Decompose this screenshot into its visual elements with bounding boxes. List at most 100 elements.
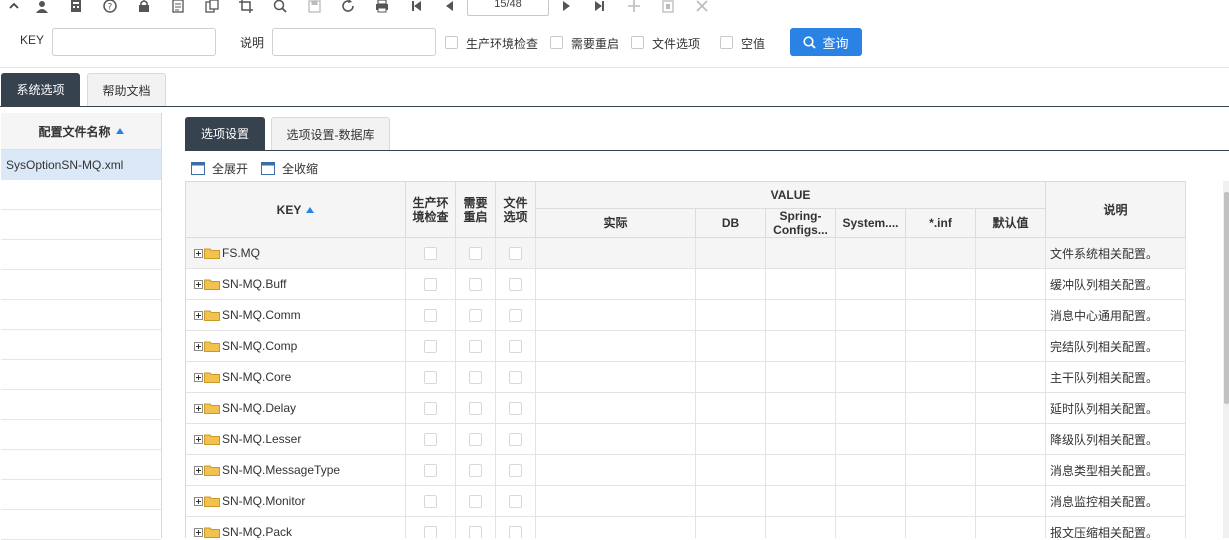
- first-page-icon[interactable]: [407, 0, 425, 15]
- file-option-checkbox[interactable]: [509, 370, 522, 384]
- table-row[interactable]: SN-MQ.Pack 报文压缩相关配置。: [186, 517, 1186, 538]
- expand-toggle-icon[interactable]: [194, 465, 203, 475]
- close-icon[interactable]: [693, 0, 711, 15]
- table-row[interactable]: SN-MQ.Lesser 降级队列相关配置。: [186, 424, 1186, 455]
- need-restart-checkbox[interactable]: [469, 370, 482, 384]
- delete-icon[interactable]: [659, 0, 677, 15]
- tab-help-docs[interactable]: 帮助文档: [87, 73, 166, 106]
- prod-check-checkbox[interactable]: [424, 525, 437, 538]
- expand-toggle-icon[interactable]: [194, 496, 203, 506]
- file-option-checkbox[interactable]: [509, 308, 522, 322]
- empty-value-checkbox[interactable]: [720, 36, 733, 49]
- table-row[interactable]: SN-MQ.Comm 消息中心通用配置。: [186, 300, 1186, 331]
- file-option-checkbox[interactable]: [631, 36, 644, 49]
- file-option-checkbox[interactable]: [509, 525, 522, 538]
- prod-check-checkbox[interactable]: [424, 277, 437, 291]
- list-item[interactable]: [1, 330, 161, 360]
- expand-toggle-icon[interactable]: [194, 248, 203, 258]
- need-restart-checkbox[interactable]: [550, 36, 563, 49]
- col-header-prod-check[interactable]: 生产环境检查: [406, 182, 456, 238]
- key-input[interactable]: [52, 28, 216, 56]
- table-row[interactable]: SN-MQ.Monitor 消息监控相关配置。: [186, 486, 1186, 517]
- desc-input[interactable]: [272, 28, 436, 56]
- prod-check-checkbox[interactable]: [424, 308, 437, 322]
- expand-all-button[interactable]: 全展开: [191, 160, 248, 177]
- prev-page-icon[interactable]: [440, 0, 458, 15]
- tab-option-settings[interactable]: 选项设置: [185, 117, 265, 150]
- expand-toggle-icon[interactable]: [194, 341, 203, 351]
- table-row[interactable]: SN-MQ.Delay 延时队列相关配置。: [186, 393, 1186, 424]
- tab-system-options[interactable]: 系统选项: [1, 73, 80, 106]
- need-restart-checkbox[interactable]: [469, 277, 482, 291]
- col-header-spring[interactable]: Spring-Configs...: [766, 209, 836, 238]
- list-item[interactable]: [1, 480, 161, 510]
- page-indicator[interactable]: 15/48: [467, 0, 549, 16]
- add-icon[interactable]: [625, 0, 643, 15]
- calculator-icon[interactable]: [67, 0, 85, 15]
- col-header-key[interactable]: KEY: [186, 182, 406, 238]
- list-item[interactable]: [1, 510, 161, 540]
- prod-check-checkbox[interactable]: [424, 246, 437, 260]
- need-restart-checkbox[interactable]: [469, 401, 482, 415]
- list-item[interactable]: [1, 240, 161, 270]
- table-row[interactable]: SN-MQ.Core 主干队列相关配置。: [186, 362, 1186, 393]
- list-item[interactable]: [1, 450, 161, 480]
- prod-check-checkbox[interactable]: [424, 401, 437, 415]
- list-item[interactable]: [1, 390, 161, 420]
- expand-toggle-icon[interactable]: [194, 279, 203, 289]
- last-page-icon[interactable]: [591, 0, 609, 15]
- tab-option-settings-db[interactable]: 选项设置-数据库: [271, 117, 390, 150]
- col-header-default[interactable]: 默认值: [976, 209, 1046, 238]
- col-header-need-restart[interactable]: 需要重启: [456, 182, 496, 238]
- need-restart-checkbox[interactable]: [469, 246, 482, 260]
- need-restart-checkbox[interactable]: [469, 525, 482, 538]
- expand-toggle-icon[interactable]: [194, 310, 203, 320]
- col-header-system[interactable]: System....: [836, 209, 906, 238]
- expand-toggle-icon[interactable]: [194, 527, 203, 537]
- expand-toggle-icon[interactable]: [194, 434, 203, 444]
- col-header-db[interactable]: DB: [696, 209, 766, 238]
- lock-icon[interactable]: [135, 0, 153, 15]
- help-icon[interactable]: ?: [101, 0, 119, 15]
- file-option-checkbox[interactable]: [509, 339, 522, 353]
- table-row[interactable]: SN-MQ.Comp 完结队列相关配置。: [186, 331, 1186, 362]
- prod-check-checkbox[interactable]: [424, 432, 437, 446]
- chevron-up-icon[interactable]: [5, 0, 23, 15]
- list-item[interactable]: [1, 180, 161, 210]
- prod-check-checkbox[interactable]: [445, 36, 458, 49]
- document-icon[interactable]: [169, 0, 187, 15]
- collapse-all-button[interactable]: 全收缩: [261, 160, 318, 177]
- col-header-actual[interactable]: 实际: [536, 209, 696, 238]
- file-option-checkbox[interactable]: [509, 494, 522, 508]
- col-header-desc[interactable]: 说明: [1046, 182, 1186, 238]
- need-restart-checkbox[interactable]: [469, 339, 482, 353]
- crop-icon[interactable]: [237, 0, 255, 15]
- list-item[interactable]: [1, 300, 161, 330]
- list-item[interactable]: [1, 210, 161, 240]
- search-icon[interactable]: [271, 0, 289, 15]
- need-restart-checkbox[interactable]: [469, 463, 482, 477]
- expand-toggle-icon[interactable]: [194, 403, 203, 413]
- save-icon[interactable]: [305, 0, 323, 15]
- expand-toggle-icon[interactable]: [194, 372, 203, 382]
- file-option-checkbox[interactable]: [509, 246, 522, 260]
- file-option-checkbox[interactable]: [509, 277, 522, 291]
- list-item[interactable]: [1, 270, 161, 300]
- list-item[interactable]: [1, 360, 161, 390]
- table-row[interactable]: FS.MQ 文件系统相关配置。: [186, 238, 1186, 269]
- config-file-header[interactable]: 配置文件名称: [1, 113, 161, 150]
- print-icon[interactable]: [373, 0, 391, 15]
- query-button[interactable]: 查询: [790, 28, 862, 56]
- need-restart-checkbox[interactable]: [469, 308, 482, 322]
- col-header-inf[interactable]: *.inf: [906, 209, 976, 238]
- need-restart-checkbox[interactable]: [469, 432, 482, 446]
- list-item[interactable]: [1, 420, 161, 450]
- next-page-icon[interactable]: [558, 0, 576, 15]
- refresh-icon[interactable]: [339, 0, 357, 15]
- prod-check-checkbox[interactable]: [424, 370, 437, 384]
- need-restart-checkbox[interactable]: [469, 494, 482, 508]
- copy-icon[interactable]: [203, 0, 221, 15]
- list-item[interactable]: SysOptionSN-MQ.xml: [1, 150, 161, 180]
- file-option-checkbox[interactable]: [509, 401, 522, 415]
- table-row[interactable]: SN-MQ.MessageType 消息类型相关配置。: [186, 455, 1186, 486]
